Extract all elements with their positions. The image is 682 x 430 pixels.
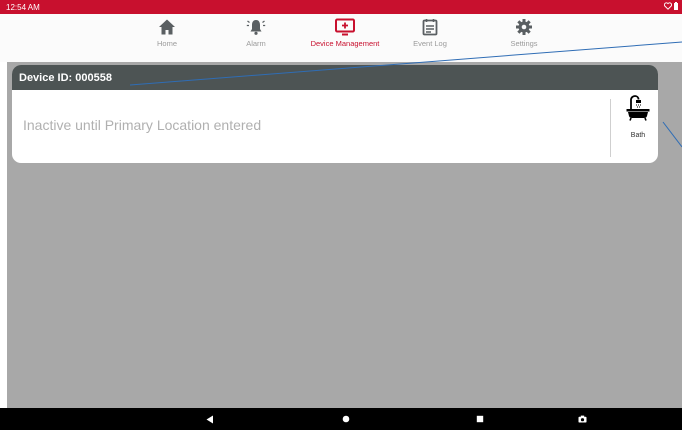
home-circle-icon[interactable] <box>338 412 354 426</box>
system-navigation-bar <box>0 408 682 430</box>
status-icons <box>663 2 678 12</box>
screenshot-camera-icon[interactable] <box>574 412 590 426</box>
card-divider <box>610 99 611 157</box>
settings-icon <box>515 18 533 36</box>
nav-event-log-label: Event Log <box>413 39 447 48</box>
top-navigation: Home Alarm Device Management Event Log S… <box>0 14 682 62</box>
nav-settings[interactable]: Settings <box>479 18 569 60</box>
nav-home-label: Home <box>156 39 177 48</box>
alarm-icon <box>246 18 266 36</box>
event-log-icon <box>421 18 439 36</box>
device-status-text: Inactive until Primary Location entered <box>23 117 262 133</box>
back-icon[interactable] <box>202 412 218 426</box>
status-time: 12:54 AM <box>6 2 40 12</box>
bathtub-icon <box>626 95 650 126</box>
device-list-area: Device ID: 000558 Inactive until Primary… <box>7 62 682 408</box>
status-bar: 12:54 AM <box>0 0 682 14</box>
room-bath-label: Bath <box>630 132 646 139</box>
nav-device-management-label: Device Management <box>310 39 380 48</box>
nav-alarm-label: Alarm <box>246 39 266 48</box>
nav-settings-label: Settings <box>510 39 538 48</box>
nav-device-management[interactable]: Device Management <box>300 18 390 60</box>
nav-home[interactable]: Home <box>122 18 212 60</box>
heart-icon <box>663 2 673 12</box>
recents-square-icon[interactable] <box>472 412 488 426</box>
device-card: Device ID: 000558 Inactive until Primary… <box>12 65 658 163</box>
device-card-header: Device ID: 000558 <box>12 65 658 90</box>
room-bath-button[interactable]: Bath <box>618 95 658 161</box>
home-icon <box>158 18 176 36</box>
battery-icon <box>674 2 678 12</box>
device-management-icon <box>334 18 356 36</box>
nav-event-log[interactable]: Event Log <box>385 18 475 60</box>
device-id-title: Device ID: 000558 <box>19 71 112 84</box>
nav-alarm[interactable]: Alarm <box>211 18 301 60</box>
